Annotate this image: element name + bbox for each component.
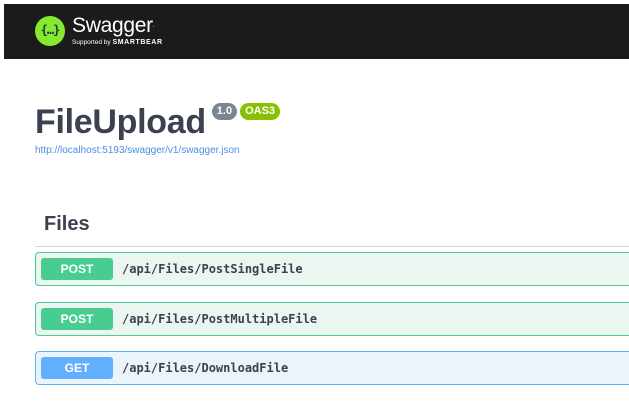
operation-post-single-file[interactable]: POST /api/Files/PostSingleFile — [35, 252, 629, 286]
method-badge: POST — [41, 308, 113, 330]
smartbear-text: SMARTBEAR — [112, 39, 163, 46]
operation-path: /api/Files/DownloadFile — [122, 361, 289, 375]
api-info: FileUpload 1.0 OAS3 http://localhost:519… — [35, 102, 281, 157]
operation-path: /api/Files/PostMultipleFile — [122, 312, 318, 326]
api-title: FileUpload — [35, 103, 206, 141]
supported-by-text: Supported by — [72, 39, 111, 46]
brand-name: Swagger. — [72, 15, 163, 37]
logo-text: Swagger. Supported by SMARTBEAR — [72, 13, 163, 49]
oas-badge: OAS3 — [240, 103, 281, 120]
brand-mark: . — [152, 23, 155, 29]
operation-get-download-file[interactable]: GET /api/Files/DownloadFile — [35, 351, 629, 385]
tag-title: Files — [44, 213, 90, 235]
swagger-logo-link[interactable]: {…} Swagger. Supported by SMARTBEAR — [35, 13, 163, 49]
version-badge: 1.0 — [211, 103, 238, 120]
brand-name-text: Swagger — [72, 14, 153, 37]
spec-url-link[interactable]: http://localhost:5193/swagger/v1/swagger… — [35, 145, 280, 157]
page-edge — [0, 0, 4, 415]
logo-glyph: {…} — [40, 23, 61, 37]
supported-by: Supported by SMARTBEAR — [72, 38, 163, 47]
operation-post-multiple-file[interactable]: POST /api/Files/PostMultipleFile — [35, 302, 629, 336]
operation-path: /api/Files/PostSingleFile — [122, 262, 303, 276]
title-row: FileUpload 1.0 OAS3 — [35, 102, 281, 142]
swagger-braces-icon: {…} — [35, 16, 65, 46]
top-bar: {…} Swagger. Supported by SMARTBEAR — [4, 4, 629, 59]
tag-header-files[interactable]: Files — [35, 206, 629, 247]
method-badge: GET — [41, 357, 113, 379]
method-badge: POST — [41, 258, 113, 280]
